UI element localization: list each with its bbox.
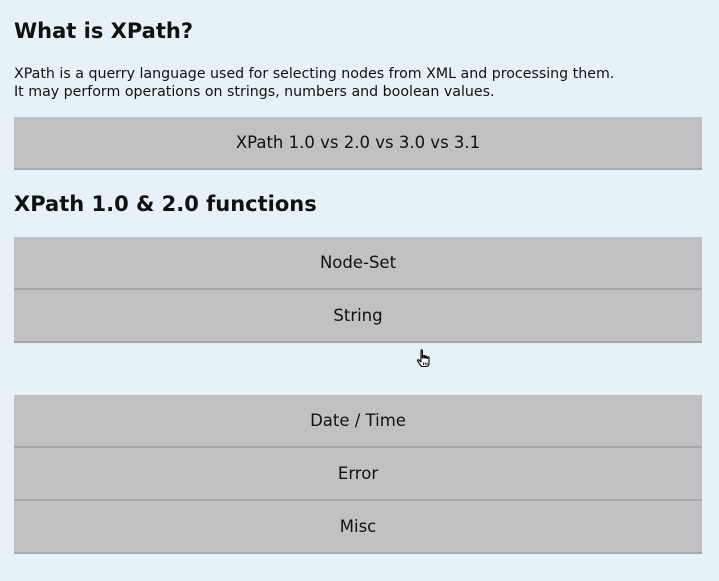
functions-heading: XPath 1.0 & 2.0 functions bbox=[14, 192, 317, 216]
versions-comparison-button[interactable]: XPath 1.0 vs 2.0 vs 3.0 vs 3.1 bbox=[14, 117, 702, 170]
date-time-button[interactable]: Date / Time bbox=[14, 395, 702, 448]
misc-button[interactable]: Misc bbox=[14, 501, 702, 554]
function-groups-bottom: Date / Time Error Misc bbox=[14, 395, 702, 554]
intro-text: XPath is a querry language used for sele… bbox=[14, 65, 614, 101]
node-set-button[interactable]: Node-Set bbox=[14, 237, 702, 290]
function-groups-top: Node-Set String bbox=[14, 237, 702, 343]
what-is-xpath-heading: What is XPath? bbox=[14, 19, 194, 43]
string-button[interactable]: String bbox=[14, 290, 702, 343]
error-button[interactable]: Error bbox=[14, 448, 702, 501]
intro-line-1: XPath is a querry language used for sele… bbox=[14, 66, 615, 82]
intro-line-2: It may perform operations on strings, nu… bbox=[14, 84, 495, 100]
hand-pointer-icon bbox=[415, 349, 435, 369]
